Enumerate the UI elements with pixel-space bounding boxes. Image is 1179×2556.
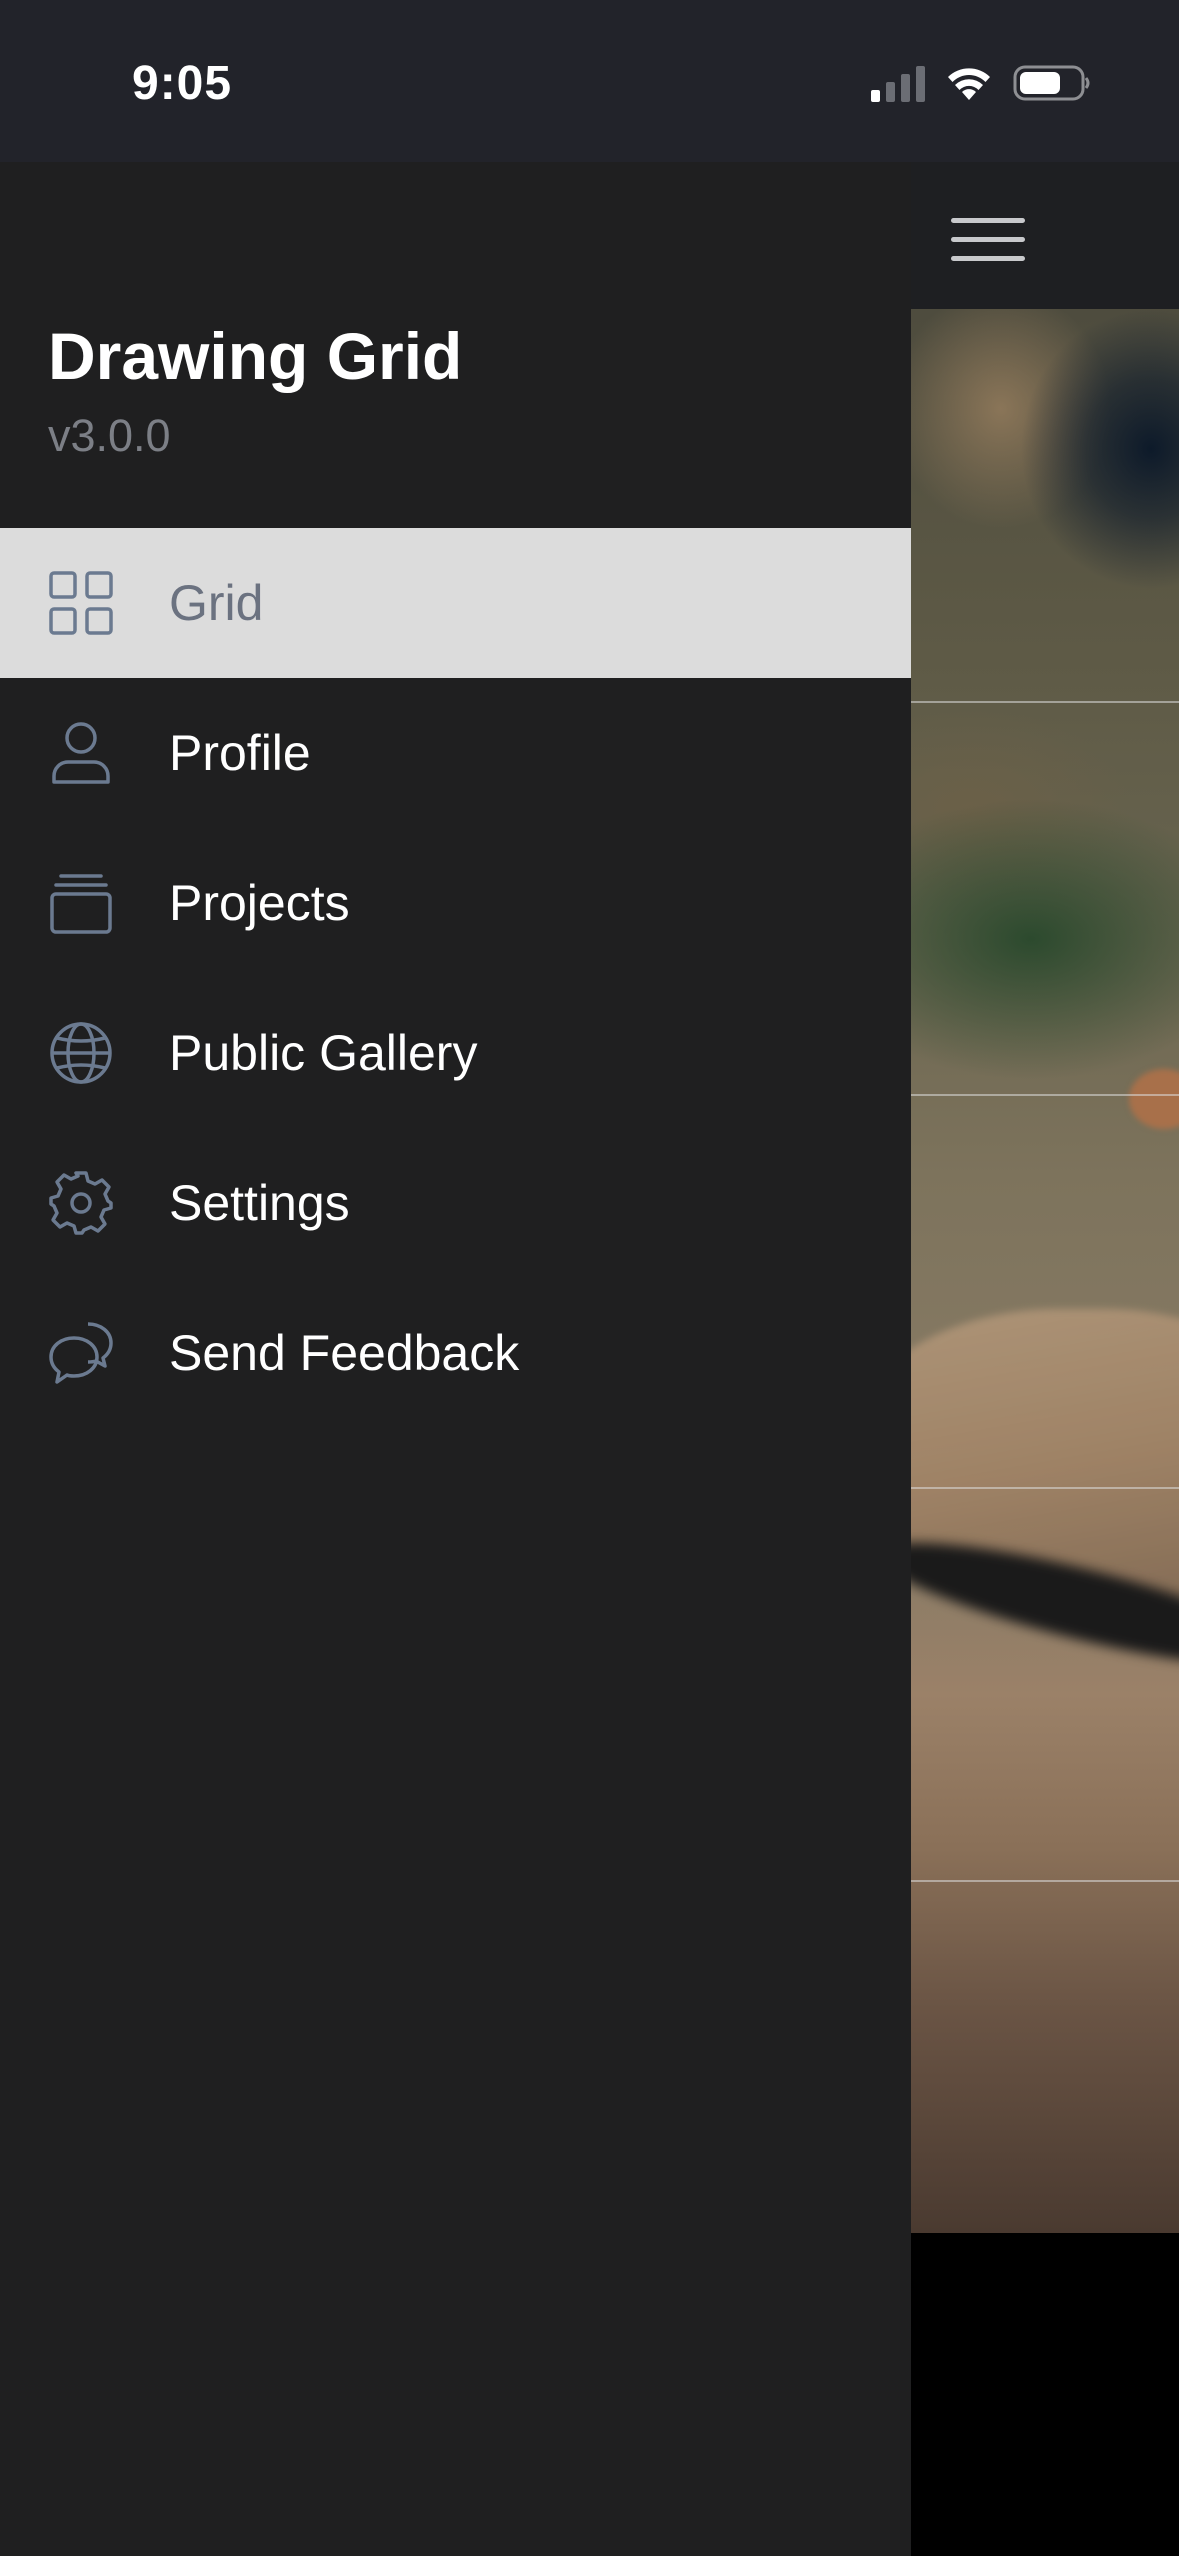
gear-icon [49, 1171, 113, 1235]
drawer-header: Drawing Grid v3.0.0 [0, 162, 911, 528]
battery-icon [1013, 65, 1090, 101]
menu-item-label: Projects [169, 875, 350, 931]
chat-bubbles-icon [49, 1322, 113, 1384]
projects-icon [50, 874, 112, 934]
menu-item-profile[interactable]: Profile [0, 678, 911, 828]
menu-item-grid[interactable]: Grid [0, 528, 911, 678]
menu-item-label: Send Feedback [169, 1325, 520, 1381]
drawer-menu: Grid Profile Projects Public Gallery Set… [0, 528, 911, 1428]
menu-item-label: Settings [169, 1175, 350, 1231]
grid-line [911, 1094, 1179, 1096]
menu-item-public-gallery[interactable]: Public Gallery [0, 978, 911, 1128]
reference-photo[interactable] [911, 309, 1179, 2233]
menu-item-label: Public Gallery [169, 1025, 478, 1081]
menu-item-send-feedback[interactable]: Send Feedback [0, 1278, 911, 1428]
menu-item-label: Profile [169, 725, 311, 781]
photo-bird-beak-region [1129, 1069, 1179, 1129]
globe-icon [50, 1022, 112, 1084]
menu-item-label: Grid [169, 575, 264, 631]
navigation-drawer: Drawing Grid v3.0.0 Grid Profile Project… [0, 162, 911, 2556]
status-icons [871, 64, 1091, 102]
grid-line [911, 701, 1179, 703]
grid-line [911, 1880, 1179, 1882]
grid-line [911, 1487, 1179, 1489]
menu-item-settings[interactable]: Settings [0, 1128, 911, 1278]
status-bar: 9:05 [0, 0, 1179, 162]
hamburger-menu-icon[interactable] [951, 218, 1027, 262]
app-version: v3.0.0 [48, 410, 171, 461]
menu-item-projects[interactable]: Projects [0, 828, 911, 978]
app-title: Drawing Grid [48, 319, 463, 393]
cellular-signal-icon [871, 64, 925, 102]
main-content [911, 162, 1179, 2556]
wifi-icon [948, 68, 990, 100]
main-header [911, 162, 1179, 309]
grid-icon [49, 571, 113, 635]
status-time: 9:05 [132, 57, 233, 110]
profile-icon [52, 722, 110, 784]
